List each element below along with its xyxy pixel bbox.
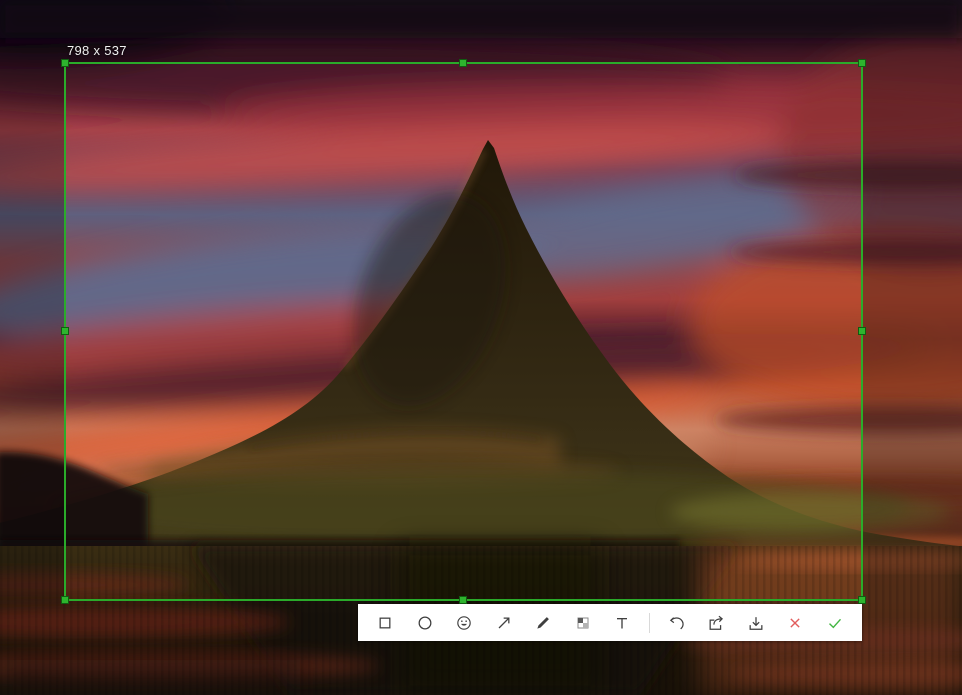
mosaic-icon [573,613,593,633]
share-button[interactable] [703,610,729,636]
mosaic-tool-button[interactable] [570,610,596,636]
selection-handle-top-right[interactable] [858,59,866,67]
selection-size-label: 798 x 537 [67,43,127,58]
arrow-tool-button[interactable] [491,610,517,636]
annotation-toolbar [358,604,862,641]
screenshot-capture-overlay: 798 x 537 [0,0,962,695]
close-x-icon [785,613,805,633]
arrow-up-right-icon [494,613,514,633]
smiley-icon [454,613,474,633]
save-button[interactable] [743,610,769,636]
selection-rectangle[interactable] [64,62,863,601]
confirm-button[interactable] [822,610,848,636]
text-t-icon [612,613,632,633]
square-icon [375,613,395,633]
cancel-button[interactable] [782,610,808,636]
rectangle-tool-button[interactable] [372,610,398,636]
selection-handle-middle-left[interactable] [61,327,69,335]
selection-handle-bottom-left[interactable] [61,596,69,604]
download-icon [746,613,766,633]
undo-button[interactable] [664,610,690,636]
toolbar-divider [649,612,651,633]
pen-tool-button[interactable] [530,610,556,636]
share-icon [706,613,726,633]
selection-handle-bottom-right[interactable] [858,596,866,604]
circle-icon [415,613,435,633]
text-tool-button[interactable] [609,610,635,636]
selection-handle-top-middle[interactable] [459,59,467,67]
pen-icon [533,613,553,633]
ellipse-tool-button[interactable] [412,610,438,636]
selection-handle-top-left[interactable] [61,59,69,67]
check-icon [825,613,845,633]
emoji-tool-button[interactable] [451,610,477,636]
selection-handle-middle-right[interactable] [858,327,866,335]
selection-handle-bottom-middle[interactable] [459,596,467,604]
undo-icon [667,613,687,633]
